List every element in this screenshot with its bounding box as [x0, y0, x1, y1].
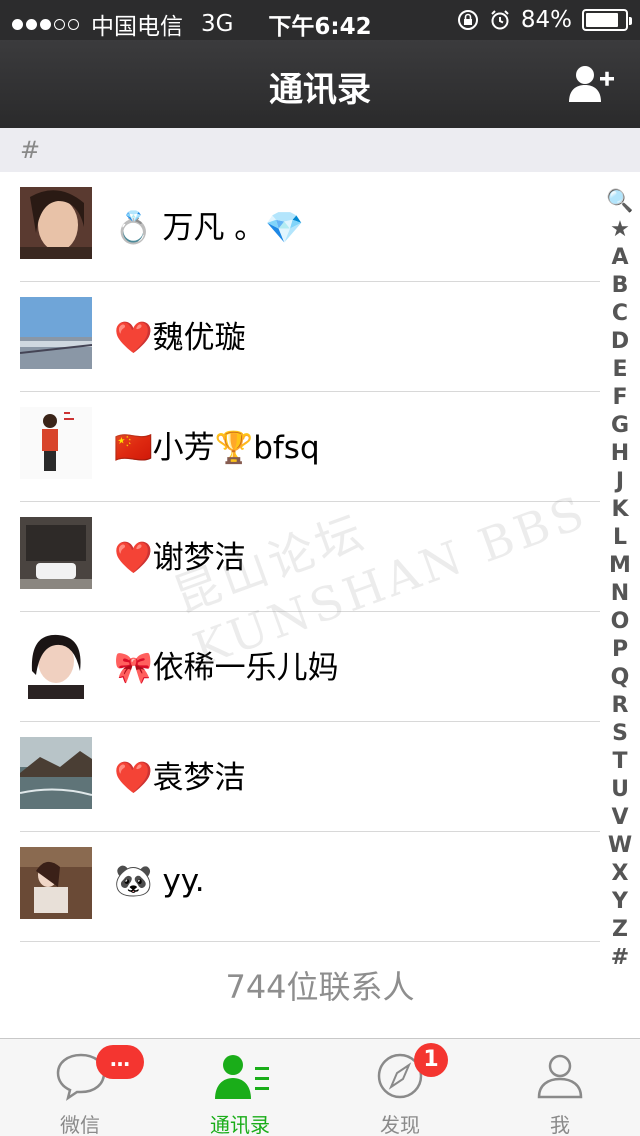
- avatar: [20, 517, 92, 589]
- tab-chats[interactable]: … 微信: [0, 1039, 160, 1136]
- tab-contacts[interactable]: 通讯录: [160, 1039, 320, 1136]
- avatar: [20, 297, 92, 369]
- index-letter[interactable]: Y: [612, 888, 628, 916]
- index-letter[interactable]: F: [612, 384, 627, 412]
- index-letter[interactable]: K: [611, 496, 628, 524]
- contact-list: 💍 万凡 。💎 ❤️魏优璇 🇨🇳小芳🏆bfsq ❤️谢梦洁 🎀依稀一乐儿妈 ❤️…: [0, 172, 600, 942]
- index-letter[interactable]: Z: [612, 916, 628, 944]
- avatar: [20, 737, 92, 809]
- add-contact-icon: [569, 66, 614, 102]
- discover-unread-badge: 1: [414, 1043, 448, 1077]
- tab-bar: … 微信 通讯录 发现 1 我: [0, 1038, 640, 1136]
- index-letter[interactable]: M: [609, 552, 631, 580]
- tab-label: 我: [550, 1113, 570, 1136]
- avatar: [20, 407, 92, 479]
- index-letter[interactable]: P: [612, 636, 628, 664]
- index-letter[interactable]: S: [612, 720, 628, 748]
- contact-name: 💍 万凡 。💎: [114, 210, 304, 246]
- index-letter[interactable]: H: [611, 440, 629, 468]
- section-header: #: [0, 128, 640, 172]
- contact-count: 744位联系人: [225, 968, 415, 1006]
- section-header-label: #: [20, 136, 41, 164]
- index-letter[interactable]: 🔍: [606, 188, 633, 216]
- tab-label: 发现: [380, 1113, 420, 1136]
- profile-icon: [537, 1054, 583, 1099]
- contact-name: 🎀依稀一乐儿妈: [114, 650, 339, 686]
- alarm-icon: [491, 10, 509, 30]
- contact-row[interactable]: ❤️袁梦洁: [0, 722, 600, 832]
- contact-row[interactable]: 💍 万凡 。💎: [0, 172, 600, 282]
- index-letter[interactable]: C: [612, 300, 628, 328]
- battery-icon: [582, 9, 632, 31]
- index-letter[interactable]: N: [611, 580, 629, 608]
- index-letter[interactable]: G: [611, 412, 629, 440]
- status-right: 84%: [457, 7, 632, 33]
- index-letter[interactable]: U: [611, 776, 629, 804]
- index-letter[interactable]: V: [611, 804, 628, 832]
- contact-row[interactable]: 🇨🇳小芳🏆bfsq: [0, 392, 600, 502]
- contact-row[interactable]: ❤️谢梦洁: [0, 502, 600, 612]
- contact-row[interactable]: ❤️魏优璇: [0, 282, 600, 392]
- battery-percent: 84%: [520, 7, 572, 33]
- add-contact-button[interactable]: [568, 64, 616, 104]
- index-letter[interactable]: J: [616, 468, 624, 496]
- index-letter[interactable]: E: [612, 356, 627, 384]
- avatar: [20, 627, 92, 699]
- avatar: [20, 847, 92, 919]
- index-letter[interactable]: A: [611, 244, 628, 272]
- chats-unread-badge: …: [96, 1045, 144, 1079]
- contact-name: 🇨🇳小芳🏆bfsq: [114, 430, 320, 466]
- navigation-bar: 通讯录: [0, 40, 640, 128]
- index-letter[interactable]: ★: [610, 216, 630, 244]
- contact-row[interactable]: 🎀依稀一乐儿妈: [0, 612, 600, 722]
- index-letter[interactable]: X: [612, 860, 629, 888]
- index-letter[interactable]: D: [611, 328, 629, 356]
- index-letter[interactable]: W: [608, 832, 632, 860]
- index-letter[interactable]: B: [612, 272, 629, 300]
- alphabet-index-bar[interactable]: 🔍 ★ A B C D E F G H J K L M N O P Q R S T U V W X Y Z #: [604, 188, 636, 972]
- index-letter[interactable]: O: [611, 608, 630, 636]
- orientation-lock-icon: [457, 10, 478, 30]
- page-title: 通讯录: [269, 70, 371, 110]
- avatar: [20, 187, 92, 259]
- index-letter[interactable]: R: [612, 692, 629, 720]
- contact-name: ❤️谢梦洁: [114, 540, 246, 576]
- contacts-icon: [215, 1055, 269, 1099]
- tab-label: 微信: [60, 1113, 100, 1136]
- status-bar: 中国电信 3G 下午6:42 84%: [0, 0, 640, 40]
- contact-name: ❤️袁梦洁: [114, 760, 246, 796]
- contact-name: ❤️魏优璇: [114, 320, 246, 356]
- index-letter[interactable]: T: [612, 748, 627, 776]
- index-letter[interactable]: Q: [611, 664, 630, 692]
- tab-me[interactable]: 我: [480, 1039, 640, 1136]
- contact-row[interactable]: 🐼 yy.: [0, 832, 600, 942]
- index-letter[interactable]: L: [613, 524, 627, 552]
- tab-discover[interactable]: 发现: [320, 1039, 480, 1136]
- contact-name: 🐼 yy.: [114, 863, 205, 899]
- tab-label: 通讯录: [210, 1113, 270, 1136]
